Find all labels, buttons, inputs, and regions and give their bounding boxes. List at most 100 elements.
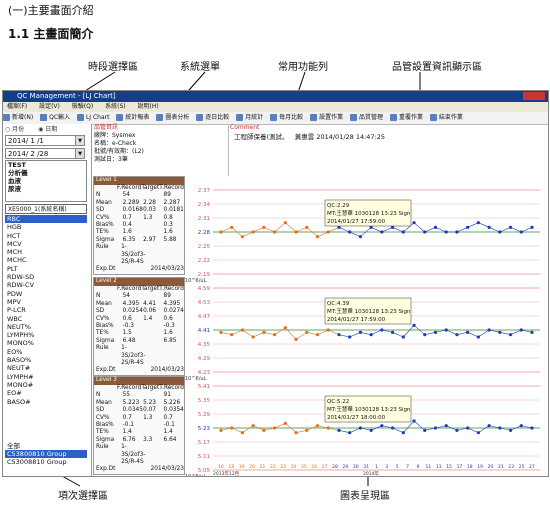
test-item[interactable]: MPV: [5, 298, 87, 306]
lj-chart-area[interactable]: 2.372.342.312.282.252.222.1910^6/uLQC:2.…: [185, 176, 548, 476]
stats-row: N 54 89: [96, 293, 171, 300]
series-segment: [424, 332, 436, 335]
menu-help[interactable]: 說明(H): [138, 103, 159, 110]
list-item[interactable]: 分析儀: [6, 169, 86, 177]
menu-file[interactable]: 檔案(F): [7, 103, 27, 110]
test-item[interactable]: HGB: [5, 223, 87, 231]
test-item[interactable]: HCT: [5, 232, 87, 240]
group-item[interactable]: 全部: [5, 442, 87, 450]
daily-icon: [196, 114, 204, 121]
x-tick-label: 28: [332, 464, 338, 470]
comment-signature: 黃惠雲 2014/01/28 14:47:25: [294, 133, 386, 141]
menu-system[interactable]: 系統(S): [105, 103, 126, 110]
series-segment: [349, 332, 361, 338]
toolbar-new[interactable]: 新增(N): [3, 112, 33, 124]
toolbar-report[interactable]: 統計報表: [116, 112, 149, 124]
data-point: [380, 424, 384, 428]
toolbar-lj-chart[interactable]: LJ Chart: [76, 112, 109, 124]
series-segment: [306, 332, 318, 335]
x-tick-label: 18: [228, 464, 234, 470]
x-tick-label: 30: [353, 464, 359, 470]
toolbar-exit[interactable]: 結束作業: [429, 112, 463, 124]
series-segment: [521, 227, 533, 233]
list-item[interactable]: 血液: [6, 177, 86, 185]
test-item[interactable]: BASO%: [5, 356, 87, 364]
y-tick-label: 5.35: [198, 398, 211, 404]
test-item-list: RBC HGB HCT MCV MCH MCHC PLT RDW-SD RDW-CV PDW MPV…: [5, 215, 87, 406]
window-controls[interactable]: [523, 92, 545, 100]
test-item[interactable]: PLT: [5, 265, 87, 273]
radio-month[interactable]: ○ 月份: [5, 126, 30, 133]
tooltip-line: QC:2.29: [327, 203, 350, 209]
series-segment: [435, 227, 447, 233]
stats-panel: Level 3 F.Record Target T.Record N 55 91 Mean 5.…: [93, 376, 185, 475]
test-item[interactable]: RDW-CV: [5, 281, 87, 289]
series-segment: [253, 227, 265, 233]
test-item[interactable]: PDW: [5, 290, 87, 298]
new-icon: [3, 114, 10, 121]
series-segment: [371, 329, 382, 335]
test-item[interactable]: WBC: [5, 315, 87, 323]
group-item[interactable]: C53008810 Group: [5, 458, 87, 466]
date-to-picker[interactable]: 2014/ 2 /28 ▼: [5, 148, 85, 159]
data-point: [423, 333, 427, 337]
series-segment: [295, 332, 307, 340]
test-item[interactable]: NEUT%: [5, 323, 87, 331]
data-point: [337, 333, 341, 337]
date-from-picker[interactable]: 2014/ 1 /1 ▼: [5, 135, 85, 146]
chevron-down-icon[interactable]: ▼: [75, 149, 84, 158]
test-item-selected[interactable]: RBC: [5, 215, 87, 224]
list-item[interactable]: 尿液: [6, 185, 86, 193]
toolbar-quality[interactable]: 品質管理: [350, 112, 383, 124]
series-segment: [349, 231, 361, 237]
menu-settings[interactable]: 設定(V): [39, 103, 60, 110]
toolbar-daily[interactable]: 逐日比較: [196, 112, 229, 124]
stats-row: Sigma 6.48 6.85: [96, 337, 177, 344]
data-point: [326, 328, 330, 332]
menu-test[interactable]: 檢驗(Q): [72, 103, 93, 110]
data-point: [433, 330, 438, 334]
series-segment: [242, 231, 254, 237]
series-segment: [392, 332, 404, 338]
y-tick-label: 2.28: [198, 230, 211, 236]
series-segment: [328, 329, 340, 335]
instrument-select[interactable]: XE5000_1(系統名稱): [5, 204, 87, 214]
toolbar-qc-input[interactable]: QC輸入: [40, 112, 70, 124]
series-segment: [456, 332, 468, 335]
data-point: [519, 424, 523, 428]
test-item[interactable]: BASO#: [5, 398, 87, 406]
stats-row: SD 0.0168 0.03 0.0181: [96, 207, 184, 214]
qc-info-panel: 品管資訊 廠牌：Sysmex 名稱：e-Check 批號/有效期：(L2) 測試…: [91, 124, 229, 176]
radio-date[interactable]: ◉ 日期: [38, 126, 63, 133]
toolbar-setup[interactable]: 設置作業: [310, 112, 343, 124]
test-item[interactable]: EO#: [5, 389, 87, 397]
title-bar: QC Management - [LJ Chart]: [3, 91, 548, 102]
test-item[interactable]: MCHC: [5, 256, 87, 264]
series-segment: [242, 425, 254, 433]
list-item[interactable]: TEST: [6, 161, 86, 169]
data-point: [315, 235, 320, 239]
chevron-down-icon[interactable]: ▼: [75, 136, 84, 145]
y-tick-label: 4.35: [198, 342, 211, 348]
group-item-selected[interactable]: C53800810 Group: [5, 450, 87, 458]
tooltip-line: 2014/01/27 17:59:00: [327, 317, 386, 323]
toolbar-month-compare[interactable]: 毎月比較: [270, 112, 303, 124]
test-item[interactable]: LYMPH#: [5, 373, 87, 381]
y-tick-label: 5.23: [198, 426, 211, 432]
series-segment: [456, 227, 468, 233]
test-item[interactable]: NEUT#: [5, 364, 87, 372]
toolbar-repeat[interactable]: 重覆作業: [389, 112, 423, 124]
data-point: [240, 431, 245, 435]
test-item[interactable]: MCV: [5, 240, 87, 248]
toolbar-monthly[interactable]: 月統計: [236, 112, 263, 124]
test-item[interactable]: MONO%: [5, 339, 87, 347]
test-item[interactable]: EO%: [5, 348, 87, 356]
test-item[interactable]: RDW-SD: [5, 273, 87, 281]
test-item[interactable]: MONO#: [5, 381, 87, 389]
data-point: [294, 337, 298, 341]
test-item[interactable]: MCH: [5, 248, 87, 256]
test-item[interactable]: P-LCR: [5, 306, 87, 314]
test-item[interactable]: LYMPH%: [5, 331, 87, 339]
quality-icon: [350, 114, 357, 121]
toolbar-analysis[interactable]: 圖表分析: [156, 112, 189, 124]
